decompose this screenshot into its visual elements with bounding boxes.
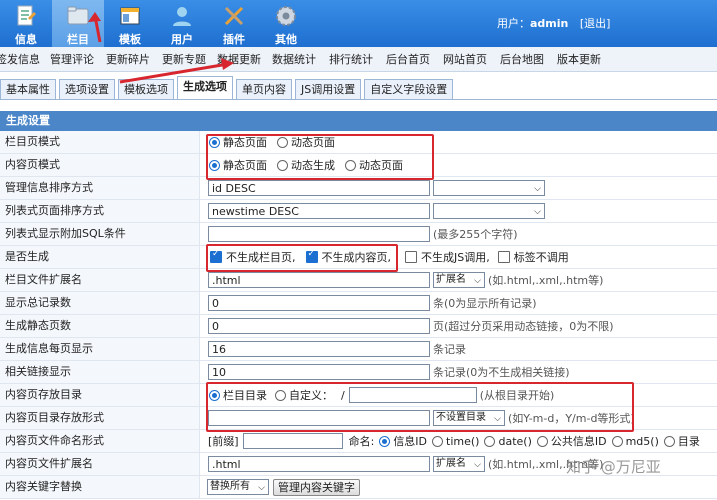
row-static-pages: 生成静态页数 0 页(超过分页采用动态链接，0为不限) [0, 315, 717, 338]
subnav-item[interactable]: 排行统计 [329, 51, 373, 67]
content-ext-select[interactable]: 扩展名 ⌵ [433, 456, 485, 472]
row-list-ext: 栏目文件扩展名 .html 扩展名 ⌵ (如.html,.xml,.htm等) [0, 269, 717, 292]
radio-static[interactable] [209, 136, 220, 148]
list-ext-select[interactable]: 扩展名 ⌵ [433, 272, 485, 288]
radio-static[interactable] [209, 159, 220, 171]
related-input[interactable]: 10 [208, 364, 430, 380]
dir-form-input[interactable] [208, 410, 430, 426]
prefix-input[interactable] [242, 433, 343, 449]
row-content-mode: 内容页模式 静态页面 动态生成 动态页面 [0, 154, 717, 177]
radio-md5[interactable] [611, 435, 623, 447]
tab-js[interactable]: JS调用设置 [295, 79, 362, 100]
checkbox-no-js[interactable] [405, 251, 417, 263]
checkbox-no-tag[interactable] [497, 251, 510, 263]
manage-keywords-button[interactable]: 管理内容关键字 [273, 478, 360, 496]
tools-icon [224, 6, 244, 26]
radio-time[interactable] [432, 435, 444, 447]
nav-other[interactable]: 其他 [260, 0, 312, 47]
chevron-down-icon: ⌵ [474, 276, 481, 286]
tab-bar: 基本属性 选项设置 模板选项 生成选项 单页内容 JS调用设置 自定义字段设置 [0, 72, 717, 100]
radio-column-dir[interactable] [209, 389, 220, 401]
tab-options[interactable]: 选项设置 [59, 79, 115, 100]
row-keyword: 内容关键字替换 替换所有 ⌵ 管理内容关键字 [0, 476, 717, 499]
chevron-down-icon: ⌵ [494, 414, 501, 424]
dir-form-select[interactable]: 不设置目录 ⌵ [433, 410, 505, 426]
watermark: 知乎 @万尼亚 [566, 458, 661, 476]
row-content-dir: 内容页存放目录 栏目目录 自定义： / (从根目录开始) [0, 384, 717, 407]
tab-basic[interactable]: 基本属性 [0, 79, 56, 100]
username: admin [530, 17, 569, 30]
tab-underline [0, 99, 717, 100]
row-info-sort: 管理信息排序方式 id DESC ⌵ [0, 177, 717, 200]
nav-template[interactable]: 模板 [104, 0, 156, 47]
chevron-down-icon: ⌵ [534, 184, 541, 194]
row-related: 相关链接显示 10 条记录(0为不生成相关链接) [0, 361, 717, 384]
nav-user[interactable]: 用户 [156, 0, 208, 47]
subnav-item[interactable]: 后台首页 [386, 51, 430, 67]
info-sort-select[interactable]: ⌵ [433, 180, 545, 196]
row-per-page: 生成信息每页显示 16 条记录 [0, 338, 717, 361]
subnav-item[interactable]: 更新专题 [162, 51, 206, 67]
nav-info[interactable]: 信息 [0, 0, 52, 47]
tab-generate[interactable]: 生成选项 [177, 76, 233, 100]
row-list-sort: 列表式页面排序方式 newstime DESC ⌵ [0, 200, 717, 223]
static-pages-input[interactable]: 0 [208, 318, 430, 334]
chevron-down-icon: ⌵ [474, 460, 481, 470]
subnav-item[interactable]: 签发信息 [0, 51, 40, 67]
user-box: 用户：admin [退出] [497, 17, 611, 30]
logout-link[interactable]: [退出] [580, 17, 611, 30]
user-icon [173, 7, 191, 26]
total-input[interactable]: 0 [208, 295, 430, 311]
radio-public-id[interactable] [536, 435, 548, 447]
subnav-item[interactable]: 更新碎片 [106, 51, 150, 67]
subnav-item[interactable]: 管理评论 [50, 51, 94, 67]
checkbox-no-list[interactable] [210, 249, 222, 263]
keyword-select[interactable]: 替换所有 ⌵ [207, 479, 269, 495]
checkbox-no-content[interactable] [305, 249, 318, 263]
gear-icon [276, 6, 296, 26]
custom-dir-input[interactable] [348, 387, 477, 403]
tab-template[interactable]: 模板选项 [118, 79, 174, 100]
radio-dynamic-gen[interactable] [277, 159, 288, 171]
chevron-down-icon: ⌵ [534, 207, 541, 217]
radio-date[interactable] [484, 435, 496, 447]
subnav-item[interactable]: 后台地图 [500, 51, 544, 67]
subnav-item[interactable]: 数据统计 [272, 51, 316, 67]
row-content-dir-form: 内容页目录存放形式 不设置目录 ⌵ (如Y-m-d，Y/m-d等形式) [0, 407, 717, 430]
nav-column[interactable]: 栏目 [52, 0, 104, 47]
row-content-naming: 内容页文件命名形式 [前缀] 命名: 信息ID time() date() 公共… [0, 430, 717, 453]
settings-form: 栏目页模式 静态页面 动态页面 内容页模式 静态页面 动态生成 动态页面 管理信… [0, 131, 717, 499]
nav-plugin[interactable]: 插件 [208, 0, 260, 47]
chevron-down-icon: ⌵ [258, 483, 265, 493]
radio-custom-dir[interactable] [275, 389, 286, 401]
row-generate: 是否生成 不生成栏目页, 不生成内容页, 不生成JS调用, 标签不调用 [0, 246, 717, 269]
section-title: 生成设置 [0, 111, 717, 131]
subnav-item[interactable]: 数据更新 [217, 51, 261, 67]
top-nav: 信息 栏目 模板 用户 插件 其他 [0, 0, 312, 47]
document-icon [17, 5, 36, 26]
radio-info-id[interactable] [379, 435, 391, 447]
list-sort-input[interactable]: newstime DESC [208, 203, 430, 219]
subnav-item[interactable]: 网站首页 [443, 51, 487, 67]
list-sort-select[interactable]: ⌵ [433, 203, 545, 219]
row-total: 显示总记录数 0 条(0为显示所有记录) [0, 292, 717, 315]
radio-dynamic[interactable] [277, 136, 288, 148]
per-page-input[interactable]: 16 [208, 341, 430, 357]
content-ext-input[interactable]: .html [208, 456, 430, 472]
radio-dir[interactable] [663, 435, 675, 447]
row-list-sql: 列表式显示附加SQL条件 (最多255个字符) [0, 223, 717, 246]
folder-icon [67, 6, 89, 25]
row-list-mode: 栏目页模式 静态页面 动态页面 [0, 131, 717, 154]
sub-nav: 签发信息 管理评论 更新碎片 更新专题 数据更新 数据统计 排行统计 后台首页 … [0, 47, 717, 72]
list-ext-input[interactable]: .html [208, 272, 430, 288]
tab-single-page[interactable]: 单页内容 [236, 79, 292, 100]
radio-dynamic[interactable] [345, 159, 356, 171]
list-sql-input[interactable] [208, 226, 430, 242]
subnav-item[interactable]: 版本更新 [557, 51, 601, 67]
template-icon [120, 7, 140, 25]
tab-custom-fields[interactable]: 自定义字段设置 [364, 79, 454, 100]
info-sort-input[interactable]: id DESC [208, 180, 430, 196]
